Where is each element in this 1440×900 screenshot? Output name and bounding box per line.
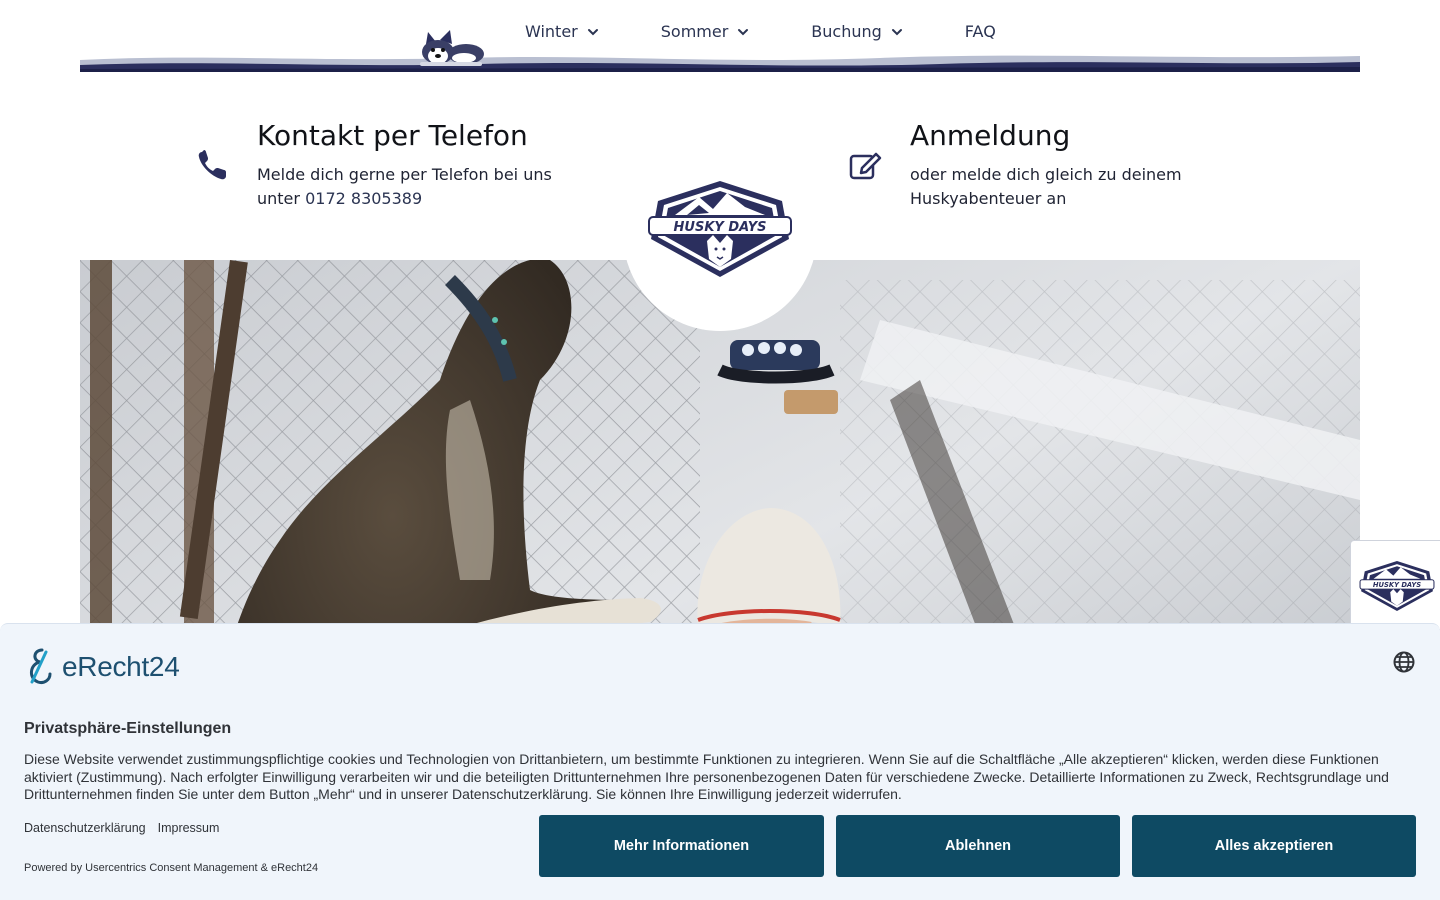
consent-links: Datenschutzerklärung Impressum xyxy=(24,821,231,835)
nav-buchung-label: Buchung xyxy=(811,22,882,41)
floating-badge-tab[interactable]: HUSKY DAYS xyxy=(1350,540,1440,630)
husky-days-badge-text: HUSKY DAYS xyxy=(674,220,767,235)
husky-days-small-logo-icon: HUSKY DAYS xyxy=(1359,561,1435,611)
accept-all-button[interactable]: Alles akzeptieren xyxy=(1132,815,1416,877)
imprint-link[interactable]: Impressum xyxy=(158,821,220,835)
deny-button[interactable]: Ablehnen xyxy=(836,815,1120,877)
erecht24-logo-icon xyxy=(30,648,52,684)
nav-faq-label: FAQ xyxy=(964,22,996,41)
consent-powered-by: Powered by Usercentrics Consent Manageme… xyxy=(24,862,319,874)
contact-phone-block: Kontakt per Telefon Melde dich gerne per… xyxy=(257,119,587,211)
more-information-button[interactable]: Mehr Informationen xyxy=(539,815,824,877)
consent-title: Privatsphäre-Einstellungen xyxy=(24,720,232,737)
header-mountain-wave xyxy=(80,55,1360,72)
contact-phone-text: Melde dich gerne per Telefon bei uns unt… xyxy=(257,163,587,211)
husky-days-small-badge-text: HUSKY DAYS xyxy=(1373,581,1421,589)
consent-description: Diese Website verwendet zustimmungspflic… xyxy=(24,751,1389,802)
site-header: Winter Sommer Buchung FAQ xyxy=(80,0,1360,72)
nav-sommer[interactable]: Sommer xyxy=(661,22,750,41)
chevron-down-icon xyxy=(891,28,902,35)
contact-signup-text: oder melde dich gleich zu deinem Huskyab… xyxy=(910,165,1182,208)
phone-icon xyxy=(198,150,226,180)
husky-logo-icon[interactable] xyxy=(414,26,486,68)
main-navigation: Winter Sommer Buchung FAQ xyxy=(525,22,996,41)
contact-phone-title: Kontakt per Telefon xyxy=(257,119,528,152)
erecht24-logo-text: eRecht24 xyxy=(62,651,180,682)
erecht24-logo: eRecht24 xyxy=(24,648,180,686)
husky-days-center-badge[interactable]: HUSKY DAYS xyxy=(623,137,817,331)
nav-faq[interactable]: FAQ xyxy=(965,22,996,41)
privacy-policy-link[interactable]: Datenschutzerklärung xyxy=(24,821,146,835)
globe-language-icon[interactable] xyxy=(1392,650,1416,674)
nav-sommer-label: Sommer xyxy=(660,22,729,41)
contact-signup-block: Anmeldung oder melde dich gleich zu dein… xyxy=(910,119,1230,211)
nav-buchung[interactable]: Buchung xyxy=(811,22,903,41)
chevron-down-icon xyxy=(587,28,598,35)
cookie-consent-banner: eRecht24 Privatsphäre-Einstellungen Dies… xyxy=(0,623,1440,900)
nav-winter[interactable]: Winter xyxy=(525,22,599,41)
nav-winter-label: Winter xyxy=(525,22,578,41)
contact-signup-title[interactable]: Anmeldung xyxy=(910,119,1230,153)
husky-days-logo-icon: HUSKY DAYS xyxy=(648,181,792,277)
edit-icon xyxy=(849,152,882,180)
phone-number-link[interactable]: 0172 8305389 xyxy=(305,189,422,208)
chevron-down-icon xyxy=(738,28,749,35)
